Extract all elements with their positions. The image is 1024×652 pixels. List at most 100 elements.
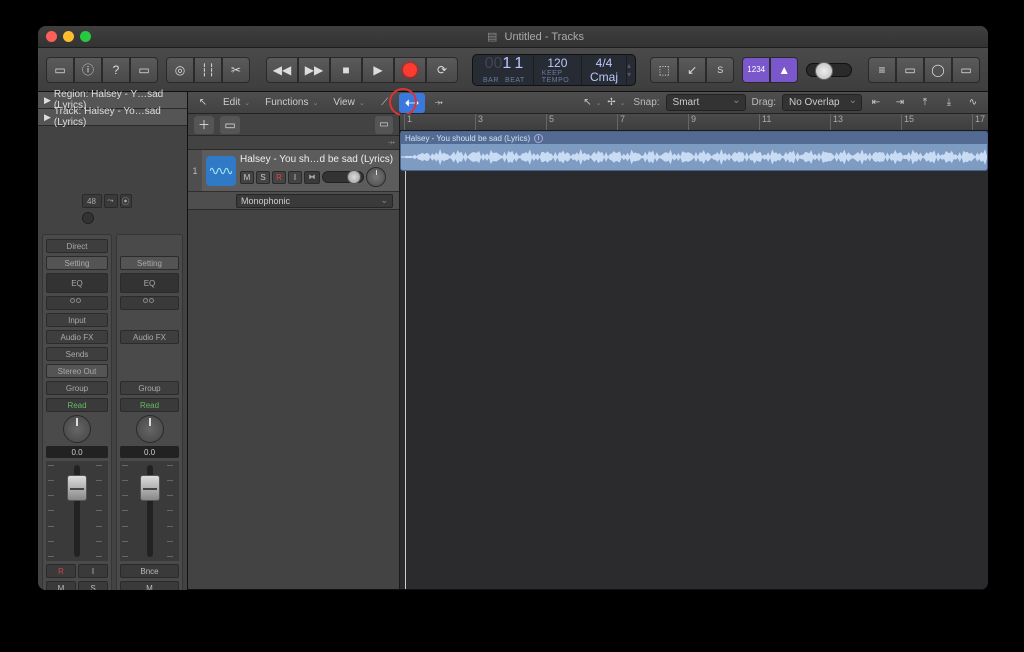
list-editors-button[interactable]: ≡: [868, 57, 896, 83]
drag-select[interactable]: No Overlap: [782, 94, 862, 111]
stereo-icon-slot[interactable]: [46, 296, 108, 310]
track-volume-slider[interactable]: [322, 171, 364, 183]
track-pan-knob[interactable]: [366, 167, 386, 187]
track-inspector-header[interactable]: ▶ Track: Halsey - Yo…sad (Lyrics): [38, 109, 187, 126]
setting-slot[interactable]: Setting: [46, 256, 108, 270]
arrange-body[interactable]: Halsey - You should be sad (Lyrics) i: [400, 131, 988, 589]
track-input-button[interactable]: I: [288, 171, 302, 184]
rewind-button[interactable]: ◀◀: [266, 57, 298, 83]
right-tool-button[interactable]: ✢⌄: [605, 94, 627, 112]
wave-zoom-button[interactable]: ∿: [962, 94, 984, 112]
vzoom-out-button[interactable]: ⤒: [914, 94, 936, 112]
automation-slot[interactable]: Read: [120, 398, 179, 412]
flex-mode-select[interactable]: Monophonic: [236, 194, 393, 208]
track-flex-icon[interactable]: ⧓: [304, 171, 320, 184]
editors-button[interactable]: ✂: [222, 57, 250, 83]
freeze-dot[interactable]: [82, 212, 94, 224]
edit-menu[interactable]: Edit⌄: [217, 94, 256, 112]
solo-button[interactable]: S: [78, 581, 108, 590]
cycle-button[interactable]: ⟳: [426, 57, 458, 83]
add-track-button[interactable]: ＋: [194, 116, 214, 134]
audio-region[interactable]: Halsey - You should be sad (Lyrics) i: [400, 131, 988, 171]
stereo-icon-slot[interactable]: [120, 296, 179, 310]
track-header[interactable]: 1 Halsey - You sh…d be sad (Lyrics) M S …: [188, 150, 399, 192]
functions-menu[interactable]: Functions⌄: [259, 94, 324, 112]
loops-button[interactable]: ◯: [924, 57, 952, 83]
mute-button[interactable]: M: [120, 581, 179, 590]
notepad-button[interactable]: ▭: [896, 57, 924, 83]
eq-slot[interactable]: EQ: [120, 273, 179, 293]
group-slot[interactable]: Group: [120, 381, 179, 395]
snap-select[interactable]: Smart: [666, 94, 746, 111]
inspector-button[interactable]: ⓘ: [74, 57, 102, 83]
track-mute-button[interactable]: M: [240, 171, 254, 184]
play-button[interactable]: ▶: [362, 57, 394, 83]
region-stereo-icon[interactable]: ⦿: [120, 194, 132, 208]
close-window-button[interactable]: [46, 31, 57, 42]
smart-controls-button[interactable]: ◎: [166, 57, 194, 83]
region-value[interactable]: 48: [82, 194, 102, 208]
track-rec-button[interactable]: R: [272, 171, 286, 184]
audiofx-slot[interactable]: Audio FX: [120, 330, 179, 344]
sends-slot[interactable]: Sends: [46, 347, 108, 361]
vzoom-in-button[interactable]: ⤓: [938, 94, 960, 112]
direct-slot[interactable]: Direct: [46, 239, 108, 253]
catch-playhead-icon[interactable]: ⤞: [388, 137, 395, 148]
minimize-window-button[interactable]: [63, 31, 74, 42]
automation-button[interactable]: ⟋: [374, 94, 396, 112]
setting-slot[interactable]: Setting: [120, 256, 179, 270]
toolbar-toggle-button[interactable]: ▭: [130, 57, 158, 83]
pan-knob[interactable]: [136, 415, 164, 443]
lcd-key[interactable]: Cmaj: [590, 70, 618, 84]
lcd-display[interactable]: 001 1 BAR BEAT 120 KEEP TEMPO 4/4 Cmaj ▴…: [472, 54, 636, 86]
group-slot[interactable]: Group: [46, 381, 108, 395]
duplicate-track-button[interactable]: ▭: [220, 116, 240, 134]
lcd-mode-toggle[interactable]: ▴▾: [627, 55, 633, 85]
library-button[interactable]: ▭: [46, 57, 74, 83]
track-icon[interactable]: [206, 156, 236, 186]
region-curve-icon[interactable]: ⤳: [104, 194, 118, 208]
autopunch-button[interactable]: ↙: [678, 57, 706, 83]
input-monitor-button[interactable]: I: [78, 564, 108, 578]
record-button[interactable]: [394, 57, 426, 83]
eq-slot[interactable]: EQ: [46, 273, 108, 293]
mute-button[interactable]: M: [46, 581, 76, 590]
quick-help-button[interactable]: ?: [102, 57, 130, 83]
gain-value[interactable]: 0.0: [46, 446, 108, 458]
ruler[interactable]: 1357911131517: [400, 114, 988, 131]
output-slot[interactable]: Stereo Out: [46, 364, 108, 378]
flex-button[interactable]: [399, 93, 425, 113]
replace-button[interactable]: ⬚: [650, 57, 678, 83]
input-slot[interactable]: Input: [46, 313, 108, 327]
catch-button[interactable]: ⤞: [428, 94, 450, 112]
hzoom-in-button[interactable]: ⇥: [889, 94, 911, 112]
arrange-area[interactable]: 1357911131517 Halsey - You should be sad…: [400, 114, 988, 589]
global-tracks-button[interactable]: ▭: [375, 116, 393, 134]
rec-enable-button[interactable]: R: [46, 564, 76, 578]
bounce-button[interactable]: Bnce: [120, 564, 179, 578]
zoom-window-button[interactable]: [80, 31, 91, 42]
lcd-tempo[interactable]: 120: [547, 56, 567, 70]
hzoom-out-button[interactable]: ⇤: [865, 94, 887, 112]
audiofx-slot[interactable]: Audio FX: [46, 330, 108, 344]
mixer-button[interactable]: ┆┆: [194, 57, 222, 83]
metronome-button[interactable]: ▲: [770, 57, 798, 83]
pointer-menu-button[interactable]: ↖: [192, 94, 214, 112]
automation-slot[interactable]: Read: [46, 398, 108, 412]
browser-button[interactable]: ▭: [952, 57, 980, 83]
stop-button[interactable]: ■: [330, 57, 362, 83]
playhead[interactable]: [405, 131, 406, 589]
master-volume-slider[interactable]: [806, 63, 852, 77]
pan-knob[interactable]: [63, 415, 91, 443]
left-tool-button[interactable]: ↖⌄: [581, 94, 603, 112]
view-menu[interactable]: View⌄: [327, 94, 370, 112]
fader[interactable]: [46, 461, 108, 561]
track-solo-button[interactable]: S: [256, 171, 270, 184]
fader[interactable]: [120, 461, 179, 561]
count-in-button[interactable]: 1234: [742, 57, 770, 83]
gain-value[interactable]: 0.0: [120, 446, 179, 458]
forward-button[interactable]: ▶▶: [298, 57, 330, 83]
solo-button[interactable]: S: [706, 57, 734, 83]
window-controls: [46, 31, 91, 42]
lcd-timesig[interactable]: 4/4: [596, 56, 613, 70]
